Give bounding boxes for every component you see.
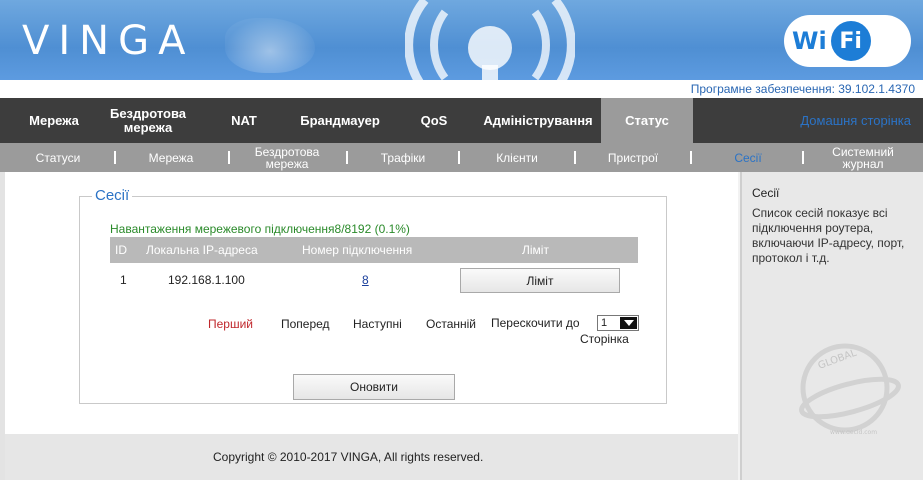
sub-nav-separator — [228, 151, 230, 164]
page-select-value: 1 — [601, 317, 608, 329]
copyright-text: Copyright © 2010-2017 VINGA, All rights … — [213, 450, 484, 464]
sub-nav: Статуси Мережа Бездротова мережа Трафіки… — [0, 143, 923, 172]
sub-nav-devices[interactable]: Пристрої — [594, 143, 672, 172]
sessions-table-header: ID Локальна IP-адреса Номер підключення … — [110, 237, 638, 263]
footer-right-panel — [740, 434, 923, 480]
row-local-ip: 192.168.1.100 — [168, 273, 245, 287]
header-banner: VINGA Wi Fi — [0, 0, 923, 80]
sub-nav-sessions[interactable]: Сесії — [716, 143, 780, 172]
sub-nav-network[interactable]: Мережа — [134, 143, 208, 172]
sub-nav-separator — [690, 151, 692, 164]
sub-nav-traffic[interactable]: Трафіки — [366, 143, 440, 172]
main-nav-nat[interactable]: NAT — [216, 98, 272, 143]
sub-nav-separator — [114, 151, 116, 164]
sub-nav-syslog[interactable]: Системний журнал — [818, 143, 908, 172]
home-page-link[interactable]: Домашня сторінка — [800, 98, 911, 143]
col-id: ID — [115, 243, 127, 257]
wifi-badge: Wi Fi — [784, 15, 911, 67]
sub-nav-separator — [802, 151, 804, 164]
sessions-fieldset: Сесії Навантаження мережевого підключенн… — [79, 187, 667, 404]
gecid-watermark-logo: GLOBAL www.gecid.com — [799, 343, 901, 436]
sub-nav-wireless[interactable]: Бездротова мережа — [244, 143, 330, 172]
chevron-down-icon[interactable] — [620, 317, 637, 329]
sub-nav-separator — [346, 151, 348, 164]
help-text: Список сесій показує всі підключення роу… — [752, 206, 905, 265]
sub-nav-statuses[interactable]: Статуси — [22, 143, 94, 172]
col-local-ip: Локальна IP-адреса — [146, 243, 258, 257]
pager-last[interactable]: Останній — [426, 317, 476, 331]
sub-nav-separator — [458, 151, 460, 164]
row-id: 1 — [120, 273, 127, 287]
main-nav-firewall[interactable]: Брандмауер — [284, 98, 396, 143]
pager-page-word: Сторінка — [580, 332, 629, 346]
col-limit: Ліміт — [522, 243, 549, 257]
hands-illustration — [225, 18, 315, 73]
footer: Copyright © 2010-2017 VINGA, All rights … — [5, 434, 738, 480]
page-select[interactable]: 1 — [597, 315, 639, 331]
wifi-waves-icon — [405, 0, 575, 80]
pager-next[interactable]: Наступні — [353, 317, 402, 331]
main-content: Сесії Навантаження мережевого підключенн… — [5, 172, 738, 434]
help-title: Сесії — [752, 186, 780, 200]
pager-prev[interactable]: Поперед — [281, 317, 330, 331]
refresh-button[interactable]: Оновити — [293, 374, 455, 400]
wifi-badge-right: Fi — [830, 21, 871, 61]
firmware-version: Програмне забезпечення: 39.102.1.4370 — [0, 80, 923, 98]
vinga-logo: VINGA — [22, 18, 195, 64]
main-nav: Мережа Бездротова мережа NAT Брандмауер … — [0, 98, 923, 143]
main-nav-qos[interactable]: QoS — [408, 98, 460, 143]
sub-nav-clients[interactable]: Клієнти — [478, 143, 556, 172]
col-conn-number: Номер підключення — [302, 243, 413, 257]
pager-first[interactable]: Перший — [208, 317, 253, 331]
main-nav-admin[interactable]: Адміністрування — [475, 98, 601, 143]
row-conn-number-link[interactable]: 8 — [362, 273, 369, 287]
limit-button[interactable]: Ліміт — [460, 268, 620, 293]
main-nav-wireless[interactable]: Бездротова мережа — [96, 98, 200, 143]
main-nav-status[interactable]: Статус — [601, 98, 693, 143]
sub-nav-separator — [574, 151, 576, 164]
connection-load-text: Навантаження мережевого підключення8/819… — [110, 222, 410, 236]
sessions-legend: Сесії — [92, 187, 133, 204]
pager-jump-label: Перескочити до — [491, 316, 580, 330]
main-nav-network[interactable]: Мережа — [14, 98, 94, 143]
wifi-badge-left: Wi — [792, 27, 827, 55]
